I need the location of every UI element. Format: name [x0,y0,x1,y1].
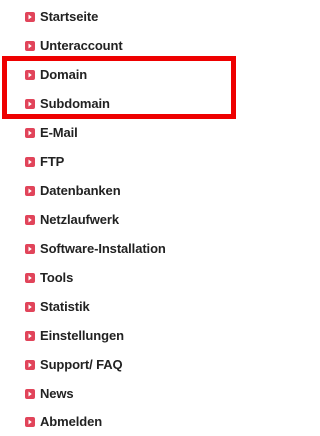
nav-item-netzlaufwerk[interactable]: Netzlaufwerk [25,211,119,229]
nav-item-label: E-Mail [40,125,78,140]
arrow-bullet-icon [25,302,35,312]
nav-item-news[interactable]: News [25,385,74,403]
nav-item-label: Support/ FAQ [40,357,123,372]
nav-item-datenbanken[interactable]: Datenbanken [25,182,121,200]
arrow-bullet-icon [25,157,35,167]
nav-item-startseite[interactable]: Startseite [25,8,98,26]
nav-item-unteraccount[interactable]: Unteraccount [25,37,123,55]
nav-item-label: News [40,386,74,401]
nav-item-label: Unteraccount [40,38,123,53]
nav-item-support-faq[interactable]: Support/ FAQ [25,356,123,374]
nav-item-label: Statistik [40,299,90,314]
nav-item-label: FTP [40,154,65,169]
arrow-bullet-icon [25,244,35,254]
nav-item-statistik[interactable]: Statistik [25,298,90,316]
highlight-box [2,56,236,119]
nav-item-label: Startseite [40,9,99,24]
nav-item-ftp[interactable]: FTP [25,153,64,171]
nav-item-einstellungen[interactable]: Einstellungen [25,327,124,345]
arrow-bullet-icon [25,186,35,196]
arrow-bullet-icon [25,12,35,22]
arrow-bullet-icon [25,215,35,225]
nav-item-label: Abmelden [40,414,103,429]
arrow-bullet-icon [25,417,35,427]
arrow-bullet-icon [25,41,35,51]
nav-item-label: Datenbanken [40,183,121,198]
arrow-bullet-icon [25,331,35,341]
nav-item-tools[interactable]: Tools [25,269,73,287]
nav-item-label: Netzlaufwerk [40,212,119,227]
nav-item-label: Tools [40,270,74,285]
arrow-bullet-icon [25,128,35,138]
nav-item-label: Einstellungen [40,328,124,343]
nav-item-abmelden[interactable]: Abmelden [25,413,102,431]
nav-item-label: Software-Installation [40,241,166,256]
nav-item-software-installation[interactable]: Software-Installation [25,240,166,258]
arrow-bullet-icon [25,360,35,370]
arrow-bullet-icon [25,273,35,283]
nav-item-e-mail[interactable]: E-Mail [25,124,78,142]
arrow-bullet-icon [25,389,35,399]
